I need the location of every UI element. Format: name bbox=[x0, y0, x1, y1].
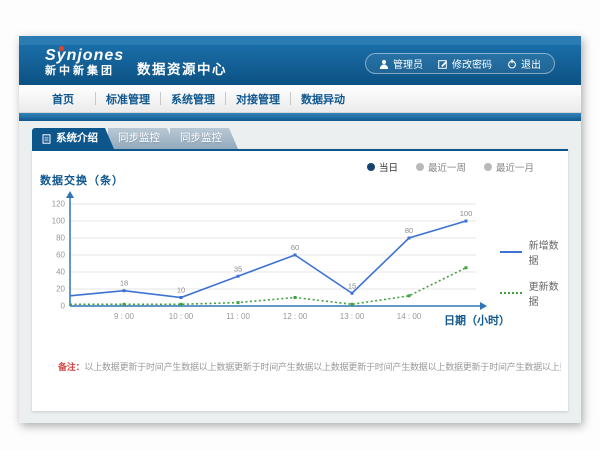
footnote-text: 以上数据更新于时间产生数据以上数据更新于时间产生数据以上数据更新于时间产生数据以… bbox=[84, 362, 561, 372]
current-user-button[interactable]: 管理员 bbox=[379, 56, 423, 71]
nav-item-home[interactable]: 首页 bbox=[31, 91, 95, 107]
nav-item-standards[interactable]: 标准管理 bbox=[96, 91, 160, 107]
svg-text:13 : 00: 13 : 00 bbox=[340, 312, 365, 321]
svg-text:10: 10 bbox=[177, 286, 185, 295]
logo-company-name: 新中新集团 bbox=[45, 65, 124, 77]
radio-dot-icon bbox=[416, 163, 424, 171]
logo-wordmark: Synjones bbox=[45, 47, 124, 65]
svg-text:11 : 00: 11 : 00 bbox=[226, 312, 250, 321]
y-axis-title: 数据交换（条） bbox=[40, 172, 124, 188]
document-icon bbox=[42, 134, 51, 144]
legend-item-new-data: 新增数据 bbox=[500, 237, 568, 267]
svg-text:20: 20 bbox=[56, 285, 65, 294]
nav-item-data-changes[interactable]: 数据异动 bbox=[291, 91, 355, 107]
radio-today[interactable]: 当日 bbox=[367, 160, 398, 174]
radio-last-month[interactable]: 最近一月 bbox=[484, 160, 534, 174]
page-title: 数据资源中心 bbox=[137, 58, 227, 78]
svg-text:60: 60 bbox=[56, 251, 65, 260]
svg-text:10 : 00: 10 : 00 bbox=[169, 312, 194, 321]
svg-text:35: 35 bbox=[234, 264, 242, 273]
power-icon bbox=[507, 59, 517, 69]
tab-system-intro[interactable]: 系统介绍 bbox=[32, 128, 114, 149]
company-logo: Synjones 新中新集团 bbox=[45, 47, 124, 77]
app-header: Synjones 新中新集团 数据资源中心 管理员 修改密码 bbox=[19, 45, 581, 85]
chart-panel: 当日 最近一周 最近一月 数据交换（条） 0 20 40 60 80 100 120 9 : … bbox=[32, 149, 568, 411]
tab-bar: 系统介绍 同步监控 同步监控 bbox=[32, 128, 232, 149]
change-password-button[interactable]: 修改密码 bbox=[438, 56, 492, 71]
date-range-filters: 当日 最近一周 最近一月 bbox=[367, 160, 534, 174]
content-area: 系统介绍 同步监控 同步监控 当日 最近一周 最近一月 数据交换 bbox=[19, 121, 581, 422]
legend-line-dotted-icon bbox=[500, 292, 522, 294]
svg-text:9 : 00: 9 : 00 bbox=[114, 312, 135, 321]
app-window: Synjones 新中新集团 数据资源中心 管理员 修改密码 bbox=[19, 36, 581, 423]
svg-text:18: 18 bbox=[120, 279, 128, 288]
edit-icon bbox=[438, 59, 448, 69]
svg-text:12 : 00: 12 : 00 bbox=[283, 312, 308, 321]
nav-item-integration[interactable]: 对接管理 bbox=[226, 91, 290, 107]
svg-text:60: 60 bbox=[291, 243, 299, 252]
line-chart: 0 20 40 60 80 100 120 9 : 00 10 : 00 11 : 00 12 : … bbox=[40, 191, 500, 331]
nav-item-system[interactable]: 系统管理 bbox=[161, 91, 225, 107]
tab-sync-monitor-2[interactable]: 同步监控 bbox=[170, 128, 238, 149]
header-top-strip bbox=[19, 36, 581, 45]
svg-text:0: 0 bbox=[61, 302, 66, 311]
user-icon bbox=[379, 59, 389, 69]
legend-item-updated-data: 更新数据 bbox=[500, 278, 568, 308]
legend-line-solid-icon bbox=[500, 251, 522, 253]
nav-accent-strip bbox=[19, 113, 581, 121]
footnote: 备注：以上数据更新于时间产生数据以上数据更新于时间产生数据以上数据更新于时间产生… bbox=[58, 360, 561, 373]
logout-button[interactable]: 退出 bbox=[507, 56, 541, 71]
footnote-prefix: 备注： bbox=[58, 362, 84, 372]
chart-legend: 新增数据 更新数据 bbox=[500, 237, 568, 319]
logo-red-dot-icon bbox=[59, 46, 64, 51]
radio-last-week[interactable]: 最近一周 bbox=[416, 160, 466, 174]
tab-sync-monitor-1[interactable]: 同步监控 bbox=[108, 128, 176, 149]
svg-text:80: 80 bbox=[405, 226, 413, 235]
svg-text:100: 100 bbox=[460, 209, 473, 218]
svg-text:80: 80 bbox=[56, 234, 65, 243]
svg-text:40: 40 bbox=[56, 268, 65, 277]
user-toolbar: 管理员 修改密码 退出 bbox=[365, 53, 555, 74]
svg-text:100: 100 bbox=[52, 217, 66, 226]
svg-text:120: 120 bbox=[52, 200, 66, 209]
radio-dot-icon bbox=[367, 163, 375, 171]
svg-text:15: 15 bbox=[348, 281, 356, 290]
svg-text:14 : 00: 14 : 00 bbox=[397, 312, 422, 321]
main-nav: 首页 标准管理 系统管理 对接管理 数据异动 bbox=[19, 85, 581, 113]
radio-dot-icon bbox=[484, 163, 492, 171]
